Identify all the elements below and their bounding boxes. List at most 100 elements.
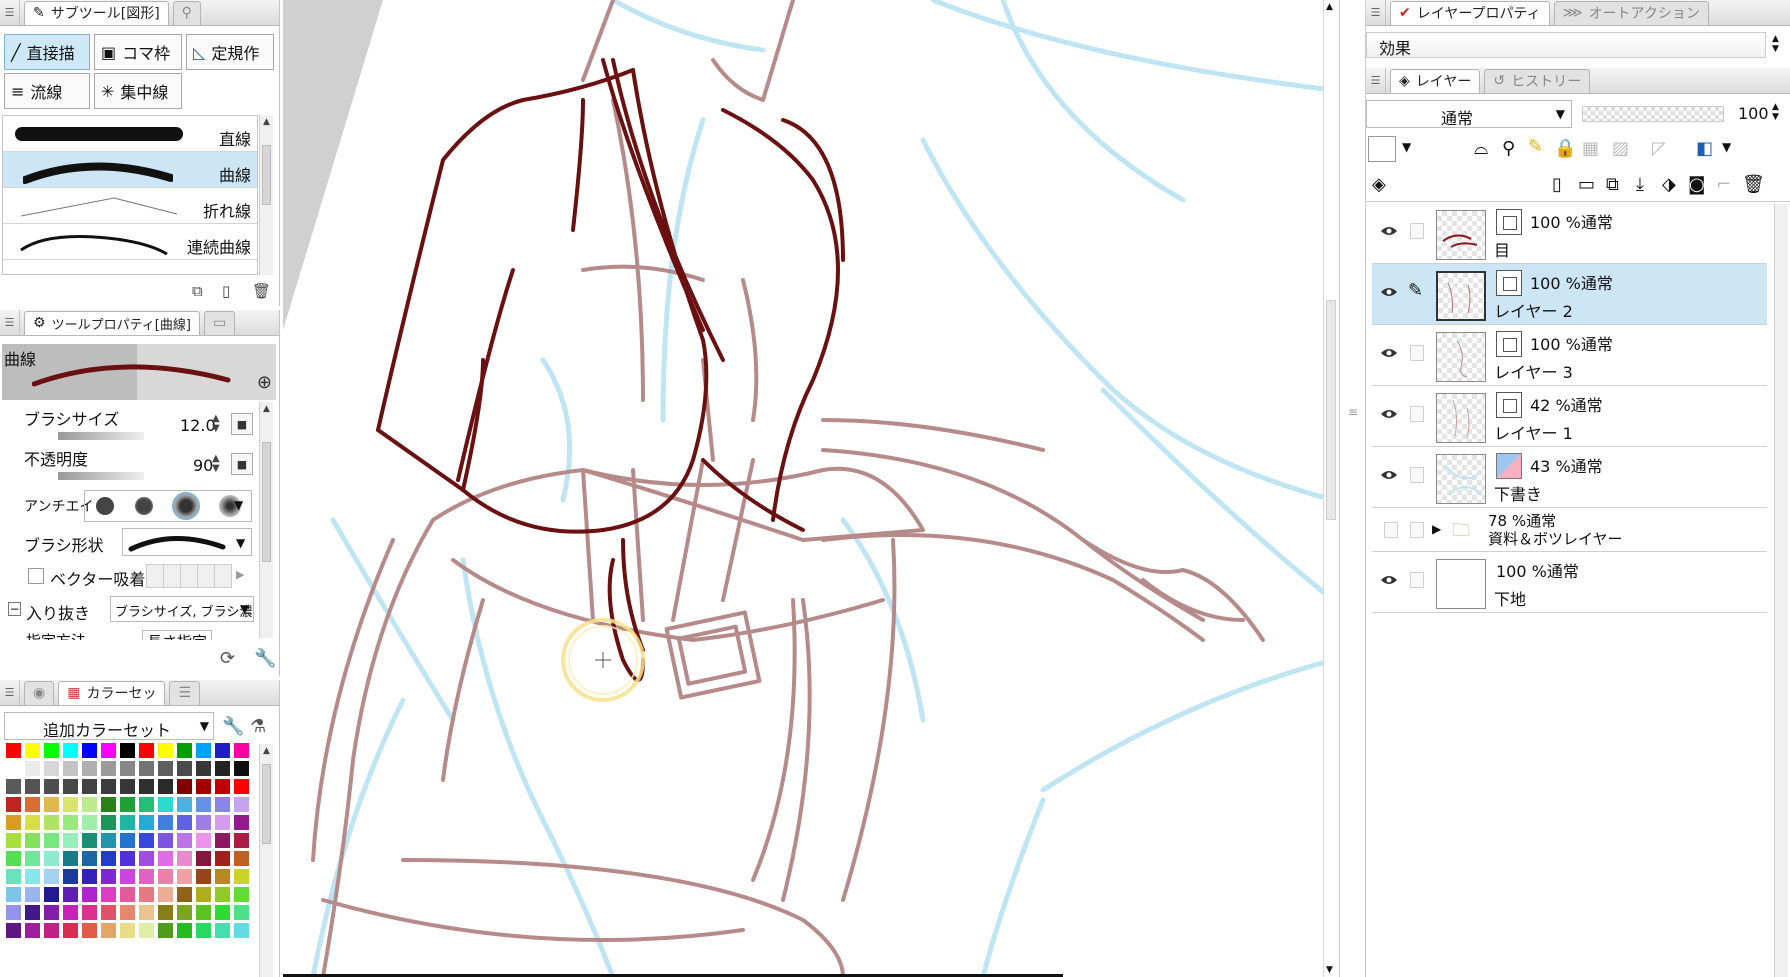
color-swatch[interactable] bbox=[234, 869, 250, 885]
chevron-down-icon[interactable]: ▼ bbox=[1722, 140, 1731, 154]
color-swatch[interactable] bbox=[82, 887, 98, 903]
color-swatch[interactable] bbox=[196, 851, 212, 867]
delete-tool-icon[interactable]: 🗑 bbox=[252, 282, 271, 300]
color-swatch[interactable] bbox=[158, 743, 174, 759]
color-swatch[interactable] bbox=[215, 905, 231, 921]
antialias-medium-icon[interactable] bbox=[171, 492, 200, 520]
panel-menu-icon[interactable]: ☰ bbox=[1366, 0, 1386, 26]
layer-row[interactable]: 43 %通常 下書き bbox=[1372, 447, 1767, 508]
color-swatch[interactable] bbox=[6, 743, 22, 759]
folder-visibility-checkbox[interactable] bbox=[1384, 522, 1398, 538]
vector-snap-checkbox[interactable] bbox=[28, 568, 44, 584]
color-swatch[interactable] bbox=[101, 743, 117, 759]
zoom-icon[interactable]: ⊕ bbox=[257, 372, 272, 393]
color-swatch[interactable] bbox=[196, 797, 212, 813]
effect-section[interactable]: 効果 bbox=[1366, 32, 1766, 58]
tab-sub-view[interactable]: ▭ bbox=[203, 310, 236, 335]
color-swatch[interactable] bbox=[25, 851, 41, 867]
blend-mode-dropdown[interactable]: 通常 ▼ bbox=[1366, 100, 1572, 128]
color-swatch[interactable] bbox=[44, 815, 60, 831]
color-swatch[interactable] bbox=[120, 815, 136, 831]
layer-select-checkbox[interactable] bbox=[1410, 522, 1424, 538]
mask-icon[interactable]: ▨ bbox=[1612, 138, 1629, 159]
color-swatch[interactable] bbox=[120, 851, 136, 867]
color-swatch[interactable] bbox=[215, 887, 231, 903]
color-swatch[interactable] bbox=[25, 833, 41, 849]
draft-pen-icon[interactable]: ✎ bbox=[1528, 136, 1543, 157]
color-swatch[interactable] bbox=[101, 887, 117, 903]
trash-icon[interactable]: 🗑 bbox=[1742, 174, 1765, 195]
brush-size-spinner[interactable]: ▲ ▼ bbox=[212, 414, 220, 434]
brush-shape-selector[interactable] bbox=[122, 528, 252, 556]
color-swatch[interactable] bbox=[158, 833, 174, 849]
scroll-thumb[interactable] bbox=[262, 145, 271, 205]
chevron-down-icon[interactable]: ▼ bbox=[1402, 140, 1411, 154]
color-swatch[interactable] bbox=[215, 869, 231, 885]
color-swatch[interactable] bbox=[101, 833, 117, 849]
splitter-grip-icon[interactable]: ≡ bbox=[1348, 405, 1358, 419]
color-swatch[interactable] bbox=[63, 761, 79, 777]
color-swatch[interactable] bbox=[44, 851, 60, 867]
collapse-icon[interactable]: − bbox=[8, 602, 21, 616]
color-swatch[interactable] bbox=[82, 743, 98, 759]
tab-color-set[interactable]: ▦ カラーセッ bbox=[58, 680, 166, 705]
layer-color-box[interactable] bbox=[1368, 136, 1396, 162]
color-swatch[interactable] bbox=[196, 761, 212, 777]
chevron-down-icon[interactable]: ▼ bbox=[236, 536, 245, 550]
layer-select-checkbox[interactable] bbox=[1410, 467, 1424, 483]
color-swatch[interactable] bbox=[177, 761, 193, 777]
scroll-up-icon[interactable]: ▲ bbox=[260, 744, 273, 758]
layer-folder-row[interactable]: ▶ 🗀 78 %通常 資料＆ボツレイヤー bbox=[1372, 508, 1767, 552]
eye-icon[interactable] bbox=[1380, 347, 1398, 359]
color-swatch[interactable] bbox=[63, 905, 79, 921]
color-swatch[interactable] bbox=[25, 887, 41, 903]
mask-create-icon[interactable]: ◙ bbox=[1688, 174, 1705, 195]
canvas-vertical-scrollbar[interactable]: ▲ ▼ bbox=[1323, 0, 1339, 977]
color-swatch[interactable] bbox=[6, 905, 22, 921]
ruler-create-icon[interactable]: ⌐ bbox=[1716, 174, 1731, 195]
tab-color-wheel[interactable]: ◉ bbox=[24, 680, 55, 705]
color-swatch[interactable] bbox=[234, 815, 250, 831]
color-swatch[interactable] bbox=[101, 815, 117, 831]
color-swatch[interactable] bbox=[25, 869, 41, 885]
expand-arrow-icon[interactable]: ▶ bbox=[1432, 522, 1441, 536]
color-swatch[interactable] bbox=[44, 779, 60, 795]
color-swatch[interactable] bbox=[177, 833, 193, 849]
color-swatch[interactable] bbox=[44, 833, 60, 849]
color-swatch[interactable] bbox=[44, 797, 60, 813]
layer-select-checkbox[interactable] bbox=[1410, 223, 1424, 239]
color-swatch[interactable] bbox=[139, 761, 155, 777]
color-swatch[interactable] bbox=[120, 797, 136, 813]
color-swatch[interactable] bbox=[234, 797, 250, 813]
tab-auto-action[interactable]: ⋙ オートアクション bbox=[1553, 0, 1709, 25]
tab-subtool[interactable]: ✎ サブツール[図形] bbox=[24, 0, 169, 25]
panel-menu-icon[interactable]: ☰ bbox=[0, 309, 20, 336]
color-swatch[interactable] bbox=[158, 923, 174, 939]
color-swatch[interactable] bbox=[234, 923, 250, 939]
color-swatch[interactable] bbox=[82, 797, 98, 813]
color-swatch[interactable] bbox=[82, 761, 98, 777]
color-swatch[interactable] bbox=[158, 797, 174, 813]
color-swatch[interactable] bbox=[82, 851, 98, 867]
color-swatch[interactable] bbox=[25, 761, 41, 777]
color-swatch[interactable] bbox=[177, 743, 193, 759]
color-swatch[interactable] bbox=[196, 923, 212, 939]
color-swatch[interactable] bbox=[25, 743, 41, 759]
antialias-weak-icon[interactable] bbox=[134, 497, 153, 515]
layer-row[interactable]: 100 %通常 レイヤー 3 bbox=[1372, 325, 1767, 386]
new-raster-layer-icon[interactable]: ▯ bbox=[1552, 174, 1562, 195]
layer-row[interactable]: 100 %通常 目 bbox=[1372, 203, 1767, 264]
color-swatch[interactable] bbox=[196, 869, 212, 885]
color-set-scrollbar[interactable]: ▲ bbox=[259, 744, 273, 977]
color-swatch[interactable] bbox=[177, 797, 193, 813]
color-swatch[interactable] bbox=[234, 779, 250, 795]
eye-icon[interactable] bbox=[1380, 574, 1398, 586]
color-swatch[interactable] bbox=[82, 833, 98, 849]
new-vector-layer-icon[interactable]: ▭ bbox=[1578, 174, 1595, 195]
color-swatch[interactable] bbox=[6, 923, 22, 939]
layer-row-selected[interactable]: ✎ 100 %通常 レイヤー 2 bbox=[1372, 264, 1767, 325]
opacity-slider[interactable] bbox=[58, 472, 144, 480]
lock-icon[interactable]: 🔒 bbox=[1554, 138, 1576, 159]
drawing-canvas[interactable] bbox=[283, 0, 1339, 977]
chevron-down-icon[interactable]: ▼ bbox=[234, 498, 243, 512]
